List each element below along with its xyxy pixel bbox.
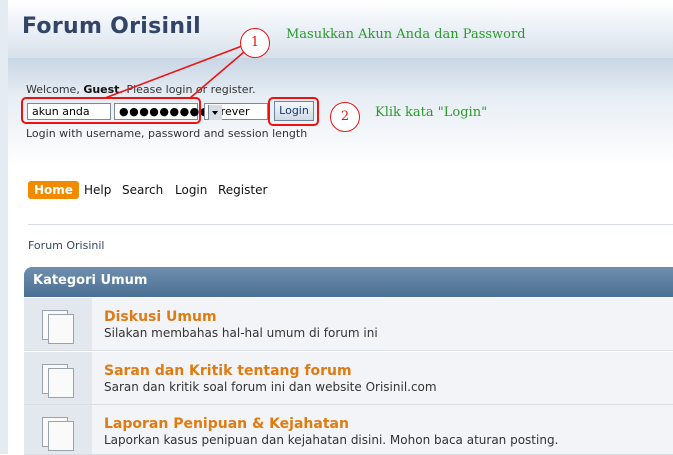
- forum-description: Silakan membahas hal-hal umum di forum i…: [104, 326, 378, 340]
- forum-row: Diskusi Umum Silakan membahas hal-hal um…: [24, 298, 673, 351]
- annotation-step-1: 1: [240, 28, 270, 58]
- forum-icon-cell: [24, 405, 92, 454]
- forum-title[interactable]: Laporan Penipuan & Kejahatan: [104, 416, 349, 432]
- annotation-note-1: Masukkan Akun Anda dan Password: [286, 27, 526, 42]
- forum-title[interactable]: Diskusi Umum: [104, 309, 217, 325]
- dropdown-arrow-icon[interactable]: [208, 105, 222, 120]
- session-length-select[interactable]: Forever: [204, 103, 268, 120]
- forum-board-icon-front: [48, 314, 74, 344]
- nav-search[interactable]: Search: [122, 183, 163, 197]
- nav-register[interactable]: Register: [218, 183, 267, 197]
- site-title[interactable]: Forum Orisinil: [22, 14, 201, 39]
- nav-help[interactable]: Help: [84, 183, 111, 197]
- annotation-step-2: 2: [330, 102, 360, 132]
- forum-icon-cell: [24, 298, 92, 350]
- annotation-box-login: [268, 97, 319, 126]
- nav-home[interactable]: Home: [28, 181, 79, 199]
- guest-label: Guest: [83, 83, 120, 96]
- nav-login[interactable]: Login: [175, 183, 207, 197]
- forum-board-icon-front: [48, 368, 74, 398]
- forum-row: Laporan Penipuan & Kejahatan Laporkan ka…: [24, 405, 673, 455]
- forum-icon-cell: [24, 352, 92, 404]
- annotation-note-2: Klik kata "Login": [375, 105, 488, 120]
- forum-description: Saran dan kritik soal forum ini dan webs…: [104, 380, 437, 394]
- forum-row: Saran dan Kritik tentang forum Saran dan…: [24, 352, 673, 405]
- forum-description: Laporkan kasus penipuan dan kejahatan di…: [104, 433, 559, 447]
- login-hint: Login with username, password and sessio…: [26, 127, 308, 140]
- breadcrumb[interactable]: Forum Orisinil: [28, 239, 104, 252]
- category-header[interactable]: Kategori Umum: [24, 267, 673, 297]
- forum-title[interactable]: Saran dan Kritik tentang forum: [104, 363, 352, 379]
- forum-board-icon-front: [48, 421, 74, 451]
- welcome-text: Welcome, Guest. Please login or register…: [26, 83, 256, 96]
- nav-divider: [28, 224, 673, 225]
- annotation-box-credentials: [21, 97, 201, 124]
